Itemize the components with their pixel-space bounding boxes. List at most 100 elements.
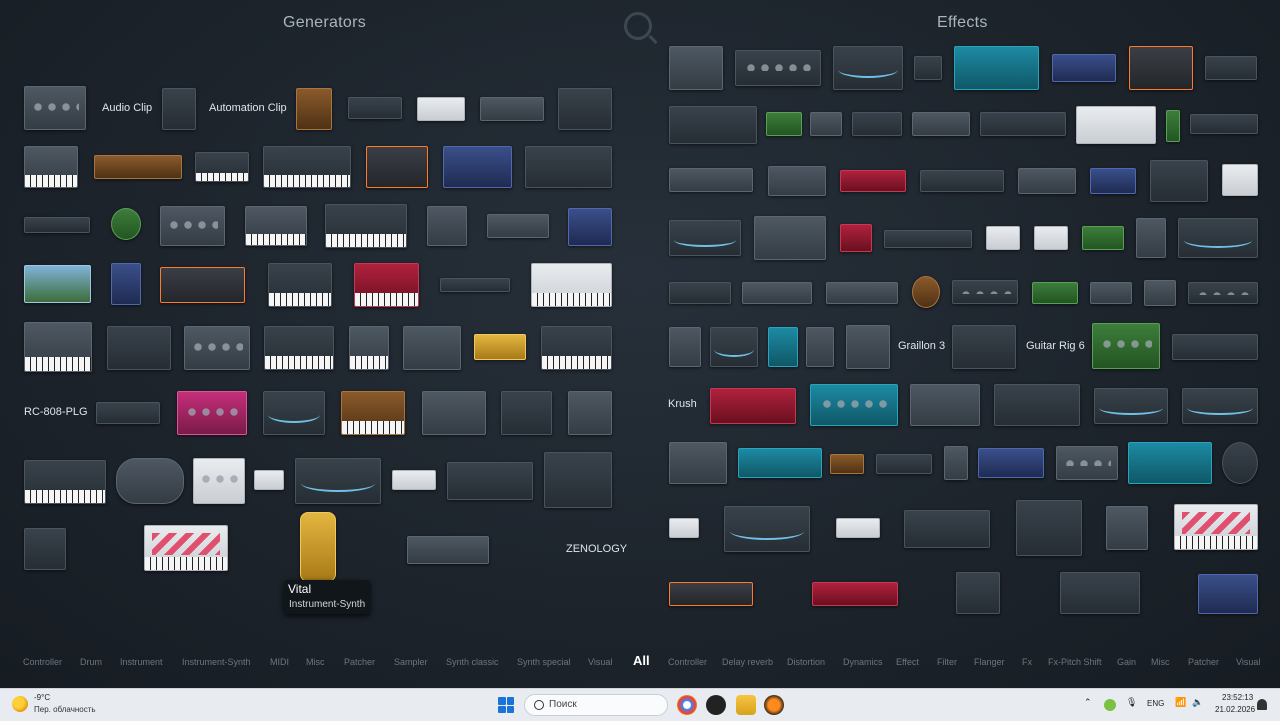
effect-tile[interactable]: [738, 448, 822, 478]
effect-tile[interactable]: [1060, 572, 1140, 614]
gen-cat-synth-special[interactable]: Synth special: [517, 657, 571, 667]
generator-tile[interactable]: [268, 263, 332, 307]
effect-tile[interactable]: [826, 282, 898, 304]
effect-tile[interactable]: [956, 572, 1000, 614]
fx-cat-dynamics[interactable]: Dynamics: [843, 657, 883, 667]
effect-tile[interactable]: [830, 454, 864, 474]
effect-tile[interactable]: [1090, 168, 1136, 194]
generator-tile[interactable]: [341, 391, 405, 435]
effect-tile[interactable]: [710, 327, 758, 367]
effect-tile[interactable]: [742, 282, 812, 304]
effect-tile[interactable]: [1222, 442, 1258, 484]
generator-tile[interactable]: [501, 391, 552, 435]
effect-tile[interactable]: [810, 384, 898, 426]
effect-tile[interactable]: [1076, 106, 1156, 144]
zenology-label[interactable]: ZENOLOGY: [566, 543, 627, 555]
effect-tile[interactable]: [840, 170, 906, 192]
gen-cat-instrument-synth[interactable]: Instrument-Synth: [182, 657, 251, 667]
generator-tile[interactable]: [245, 206, 307, 246]
graillon-label[interactable]: Graillon 3: [898, 340, 945, 352]
generator-tile[interactable]: [24, 528, 66, 570]
guitar-rig-label[interactable]: Guitar Rig 6: [1026, 340, 1085, 352]
effect-tile[interactable]: [1092, 323, 1160, 369]
effect-tile[interactable]: [836, 518, 880, 538]
effect-tile[interactable]: [669, 518, 699, 538]
microphone-icon[interactable]: 🎙: [1126, 697, 1137, 708]
generator-tile[interactable]: [348, 97, 402, 119]
effect-tile[interactable]: [669, 327, 701, 367]
effect-tile[interactable]: [952, 280, 1018, 304]
generator-tile[interactable]: [295, 458, 381, 504]
fx-cat-visual[interactable]: Visual: [1236, 657, 1260, 667]
automation-clip-label[interactable]: Automation Clip: [209, 102, 287, 114]
clock-time[interactable]: 23:52:13: [1222, 693, 1253, 702]
effect-tile[interactable]: [846, 325, 890, 369]
generator-tile[interactable]: [325, 204, 407, 248]
chevron-up-icon[interactable]: ⌃: [1084, 697, 1092, 708]
effect-tile[interactable]: [669, 282, 731, 304]
generator-tile[interactable]: [193, 458, 245, 504]
effect-tile[interactable]: [1106, 506, 1148, 550]
effect-tile[interactable]: [1128, 442, 1212, 484]
fx-cat-misc[interactable]: Misc: [1151, 657, 1170, 667]
generator-tile[interactable]: [349, 326, 389, 370]
generator-tile[interactable]: [111, 263, 141, 305]
effect-tile[interactable]: [833, 46, 903, 90]
effect-tile[interactable]: [669, 582, 753, 606]
effect-tile[interactable]: [944, 446, 968, 480]
effect-tile[interactable]: [1172, 334, 1258, 360]
effect-tile[interactable]: [1018, 168, 1076, 194]
effect-tile[interactable]: [724, 506, 810, 552]
effect-tile[interactable]: [912, 112, 970, 136]
effect-tile[interactable]: [810, 112, 842, 136]
gen-cat-drum[interactable]: Drum: [80, 657, 102, 667]
generator-tile[interactable]: [480, 97, 544, 121]
generator-tile[interactable]: [24, 146, 78, 188]
generator-tile[interactable]: [160, 206, 225, 246]
generator-tile[interactable]: [264, 326, 334, 370]
generator-tile[interactable]: [531, 263, 612, 307]
generator-tile[interactable]: [447, 462, 533, 500]
effect-tile[interactable]: [669, 168, 753, 192]
effect-tile[interactable]: [812, 582, 898, 606]
generator-tile[interactable]: [407, 536, 489, 564]
fl-studio-icon[interactable]: [764, 695, 784, 715]
effect-tile[interactable]: [754, 216, 826, 260]
generator-tile[interactable]: [184, 326, 250, 370]
krush-label[interactable]: Krush: [668, 398, 697, 410]
effect-tile[interactable]: [876, 454, 932, 474]
effect-tile[interactable]: [735, 50, 821, 86]
weather-temp[interactable]: -9°C: [34, 693, 50, 702]
effect-tile[interactable]: [669, 442, 727, 484]
effect-tile[interactable]: [1136, 218, 1166, 258]
generator-tile[interactable]: [24, 86, 86, 130]
generator-tile[interactable]: [195, 152, 249, 182]
effect-tile[interactable]: [986, 226, 1020, 250]
folder-icon[interactable]: [736, 695, 756, 715]
generator-tile[interactable]: [263, 146, 351, 188]
effect-tile[interactable]: [1056, 446, 1118, 480]
effect-tile[interactable]: [1034, 226, 1068, 250]
effect-tile[interactable]: [910, 384, 980, 426]
weather-icon[interactable]: [12, 696, 28, 712]
generator-tile[interactable]: [440, 278, 510, 292]
gen-cat-misc[interactable]: Misc: [306, 657, 325, 667]
generator-tile[interactable]: [541, 326, 612, 370]
effect-tile[interactable]: [904, 510, 990, 548]
gen-cat-midi[interactable]: MIDI: [270, 657, 289, 667]
effect-tile[interactable]: [1032, 282, 1078, 304]
effect-tile[interactable]: [1129, 46, 1193, 90]
effect-tile[interactable]: [1094, 388, 1168, 424]
effect-tile[interactable]: [912, 276, 940, 308]
fx-cat-gain[interactable]: Gain: [1117, 657, 1136, 667]
fx-cat-delay-reverb[interactable]: Delay reverb: [722, 657, 773, 667]
tray-app-icon[interactable]: [1104, 699, 1116, 711]
windows-start-icon[interactable]: [498, 697, 514, 713]
fx-cat-flanger[interactable]: Flanger: [974, 657, 1005, 667]
volume-icon[interactable]: 🔈: [1192, 697, 1203, 708]
gen-cat-controller[interactable]: Controller: [23, 657, 62, 667]
generator-tile[interactable]: [417, 97, 465, 121]
generator-tile[interactable]: [354, 263, 419, 307]
effect-tile[interactable]: [994, 384, 1080, 426]
generator-tile[interactable]: [525, 146, 612, 188]
